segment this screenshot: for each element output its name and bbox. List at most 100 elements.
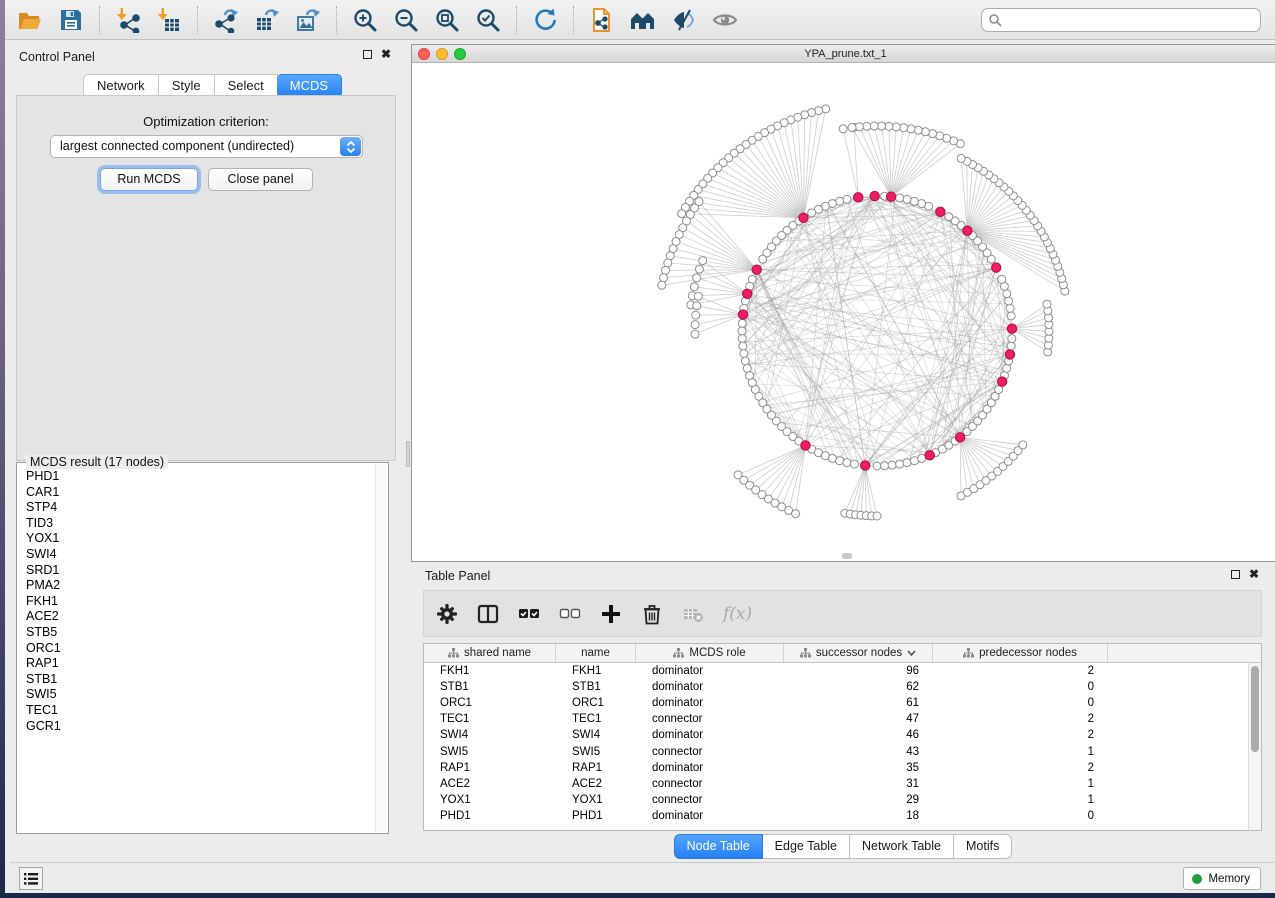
mcds-result-item[interactable]: FKH1 (18, 594, 375, 610)
table-row[interactable]: SWI5SWI5connector431 (424, 743, 1261, 759)
search-field[interactable] (981, 8, 1261, 32)
import-network-icon[interactable] (115, 7, 141, 33)
mcds-result-item[interactable]: ACE2 (18, 609, 375, 625)
table-row[interactable]: STB1STB1dominator620 (424, 679, 1261, 695)
mcds-result-item[interactable]: STB1 (18, 672, 375, 688)
refresh-layout-icon[interactable] (532, 7, 558, 33)
mcds-result-item[interactable]: STB5 (18, 625, 375, 641)
cell-name: ACE2 (556, 778, 636, 790)
tab-motifs[interactable]: Motifs (954, 834, 1012, 859)
cell-name: PHD1 (556, 810, 636, 822)
column-header-predecessor-nodes[interactable]: predecessor nodes (933, 644, 1108, 662)
mcds-result-item[interactable]: CAR1 (18, 485, 375, 501)
search-networks-icon[interactable] (630, 7, 656, 33)
share-network-document-icon[interactable] (589, 7, 615, 33)
column-label: shared name (464, 647, 531, 659)
show-graphics-details-icon[interactable] (712, 7, 738, 33)
desktop: Control Panel ✖ NetworkStyleSelectMCDS O… (0, 0, 1275, 898)
export-table-icon[interactable] (254, 7, 280, 33)
run-mcds-button[interactable]: Run MCDS (100, 168, 198, 191)
mcds-result-item[interactable]: GCR1 (18, 719, 375, 735)
mcds-result-item[interactable]: YOX1 (18, 531, 375, 547)
delete-column-icon[interactable] (641, 603, 663, 625)
table-row[interactable]: TEC1TEC1connector472 (424, 711, 1261, 727)
zoom-selected-icon[interactable] (475, 7, 501, 33)
mcds-result-item[interactable]: PHD1 (18, 469, 375, 485)
zoom-out-icon[interactable] (393, 7, 419, 33)
table-row[interactable]: SWI4SWI4dominator462 (424, 727, 1261, 743)
delete-table-icon[interactable] (682, 603, 704, 625)
cell-name: RAP1 (556, 762, 636, 774)
close-panel-icon[interactable]: ✖ (1249, 570, 1259, 579)
close-panel-button[interactable]: Close panel (208, 168, 313, 191)
cell-predecessor-nodes: 0 (933, 810, 1108, 822)
cell-MCDS-role: dominator (636, 681, 784, 693)
save-session-icon[interactable] (58, 7, 84, 33)
zoom-in-icon[interactable] (352, 7, 378, 33)
mcds-result-list[interactable]: PHD1CAR1STP4TID3YOX1SWI4SRD1PMA2FKH1ACE2… (18, 469, 375, 832)
mcds-result-item[interactable]: TEC1 (18, 703, 375, 719)
mcds-list-scrollbar[interactable] (375, 464, 387, 832)
cell-MCDS-role: dominator (636, 665, 784, 677)
search-input[interactable] (1002, 10, 1260, 30)
cell-shared-name: SWI4 (424, 729, 556, 741)
close-panel-icon[interactable]: ✖ (381, 50, 391, 59)
cell-successor-nodes: 62 (784, 681, 933, 693)
mcds-result-item[interactable]: TID3 (18, 516, 375, 532)
mcds-result-item[interactable]: SWI5 (18, 687, 375, 703)
column-header-shared-name[interactable]: shared name (424, 644, 556, 662)
search-icon (988, 13, 1002, 27)
settings-gear-icon[interactable] (436, 603, 458, 625)
mcds-result-item[interactable]: SRD1 (18, 563, 375, 579)
network-window-titlebar[interactable]: YPA_prune.txt_1 (412, 45, 1275, 63)
cell-shared-name: FKH1 (424, 665, 556, 677)
export-image-icon[interactable] (295, 7, 321, 33)
deselect-all-checks-icon[interactable] (559, 603, 581, 625)
toggle-panel-columns-icon[interactable] (477, 603, 499, 625)
cell-predecessor-nodes: 2 (933, 665, 1108, 677)
tab-node-table[interactable]: Node Table (674, 834, 763, 859)
cell-shared-name: STB1 (424, 681, 556, 693)
column-label: MCDS role (689, 647, 745, 659)
cell-shared-name: ACE2 (424, 778, 556, 790)
zoom-fit-icon[interactable] (434, 7, 460, 33)
cell-MCDS-role: dominator (636, 697, 784, 709)
network-scroll-handle[interactable] (842, 553, 852, 559)
network-canvas[interactable] (412, 63, 1275, 561)
float-panel-icon[interactable] (1231, 570, 1240, 579)
tab-network-table[interactable]: Network Table (850, 834, 954, 859)
task-history-button[interactable] (19, 867, 43, 890)
table-scrollbar-thumb[interactable] (1251, 666, 1259, 752)
add-column-icon[interactable] (600, 603, 622, 625)
memory-button[interactable]: Memory (1183, 867, 1261, 890)
column-header-successor-nodes[interactable]: successor nodes (784, 644, 933, 662)
import-table-icon[interactable] (156, 7, 182, 33)
table-row[interactable]: RAP1RAP1dominator352 (424, 760, 1261, 776)
table-row[interactable]: FKH1FKH1dominator962 (424, 663, 1261, 679)
hide-graphics-details-icon[interactable] (671, 7, 697, 33)
tab-edge-table[interactable]: Edge Table (763, 834, 850, 859)
open-folder-icon[interactable] (17, 7, 43, 33)
column-header-name[interactable]: name (556, 644, 636, 662)
table-row[interactable]: ORC1ORC1dominator610 (424, 695, 1261, 711)
cytoscape-window: Control Panel ✖ NetworkStyleSelectMCDS O… (5, 0, 1275, 893)
list-icon (24, 873, 38, 885)
float-panel-icon[interactable] (363, 50, 372, 59)
table-row[interactable]: YOX1YOX1connector291 (424, 792, 1261, 808)
control-panel-title: Control Panel (19, 50, 95, 64)
column-header-MCDS-role[interactable]: MCDS role (636, 644, 784, 662)
select-all-checks-icon[interactable] (518, 603, 540, 625)
mcds-result-item[interactable]: PMA2 (18, 578, 375, 594)
mcds-result-item[interactable]: ORC1 (18, 641, 375, 657)
criterion-dropdown[interactable]: largest connected component (undirected) (50, 135, 363, 158)
mcds-result-item[interactable]: STP4 (18, 500, 375, 516)
table-row[interactable]: PHD1PHD1dominator180 (424, 808, 1261, 824)
splitter-grip[interactable] (406, 441, 410, 467)
mcds-result-item[interactable]: SWI4 (18, 547, 375, 563)
table-row[interactable]: ACE2ACE2connector311 (424, 776, 1261, 792)
network-graph[interactable] (412, 63, 1275, 562)
export-network-icon[interactable] (213, 7, 239, 33)
mcds-result-item[interactable]: RAP1 (18, 656, 375, 672)
cell-successor-nodes: 61 (784, 697, 933, 709)
table-scrollbar[interactable] (1248, 663, 1261, 830)
